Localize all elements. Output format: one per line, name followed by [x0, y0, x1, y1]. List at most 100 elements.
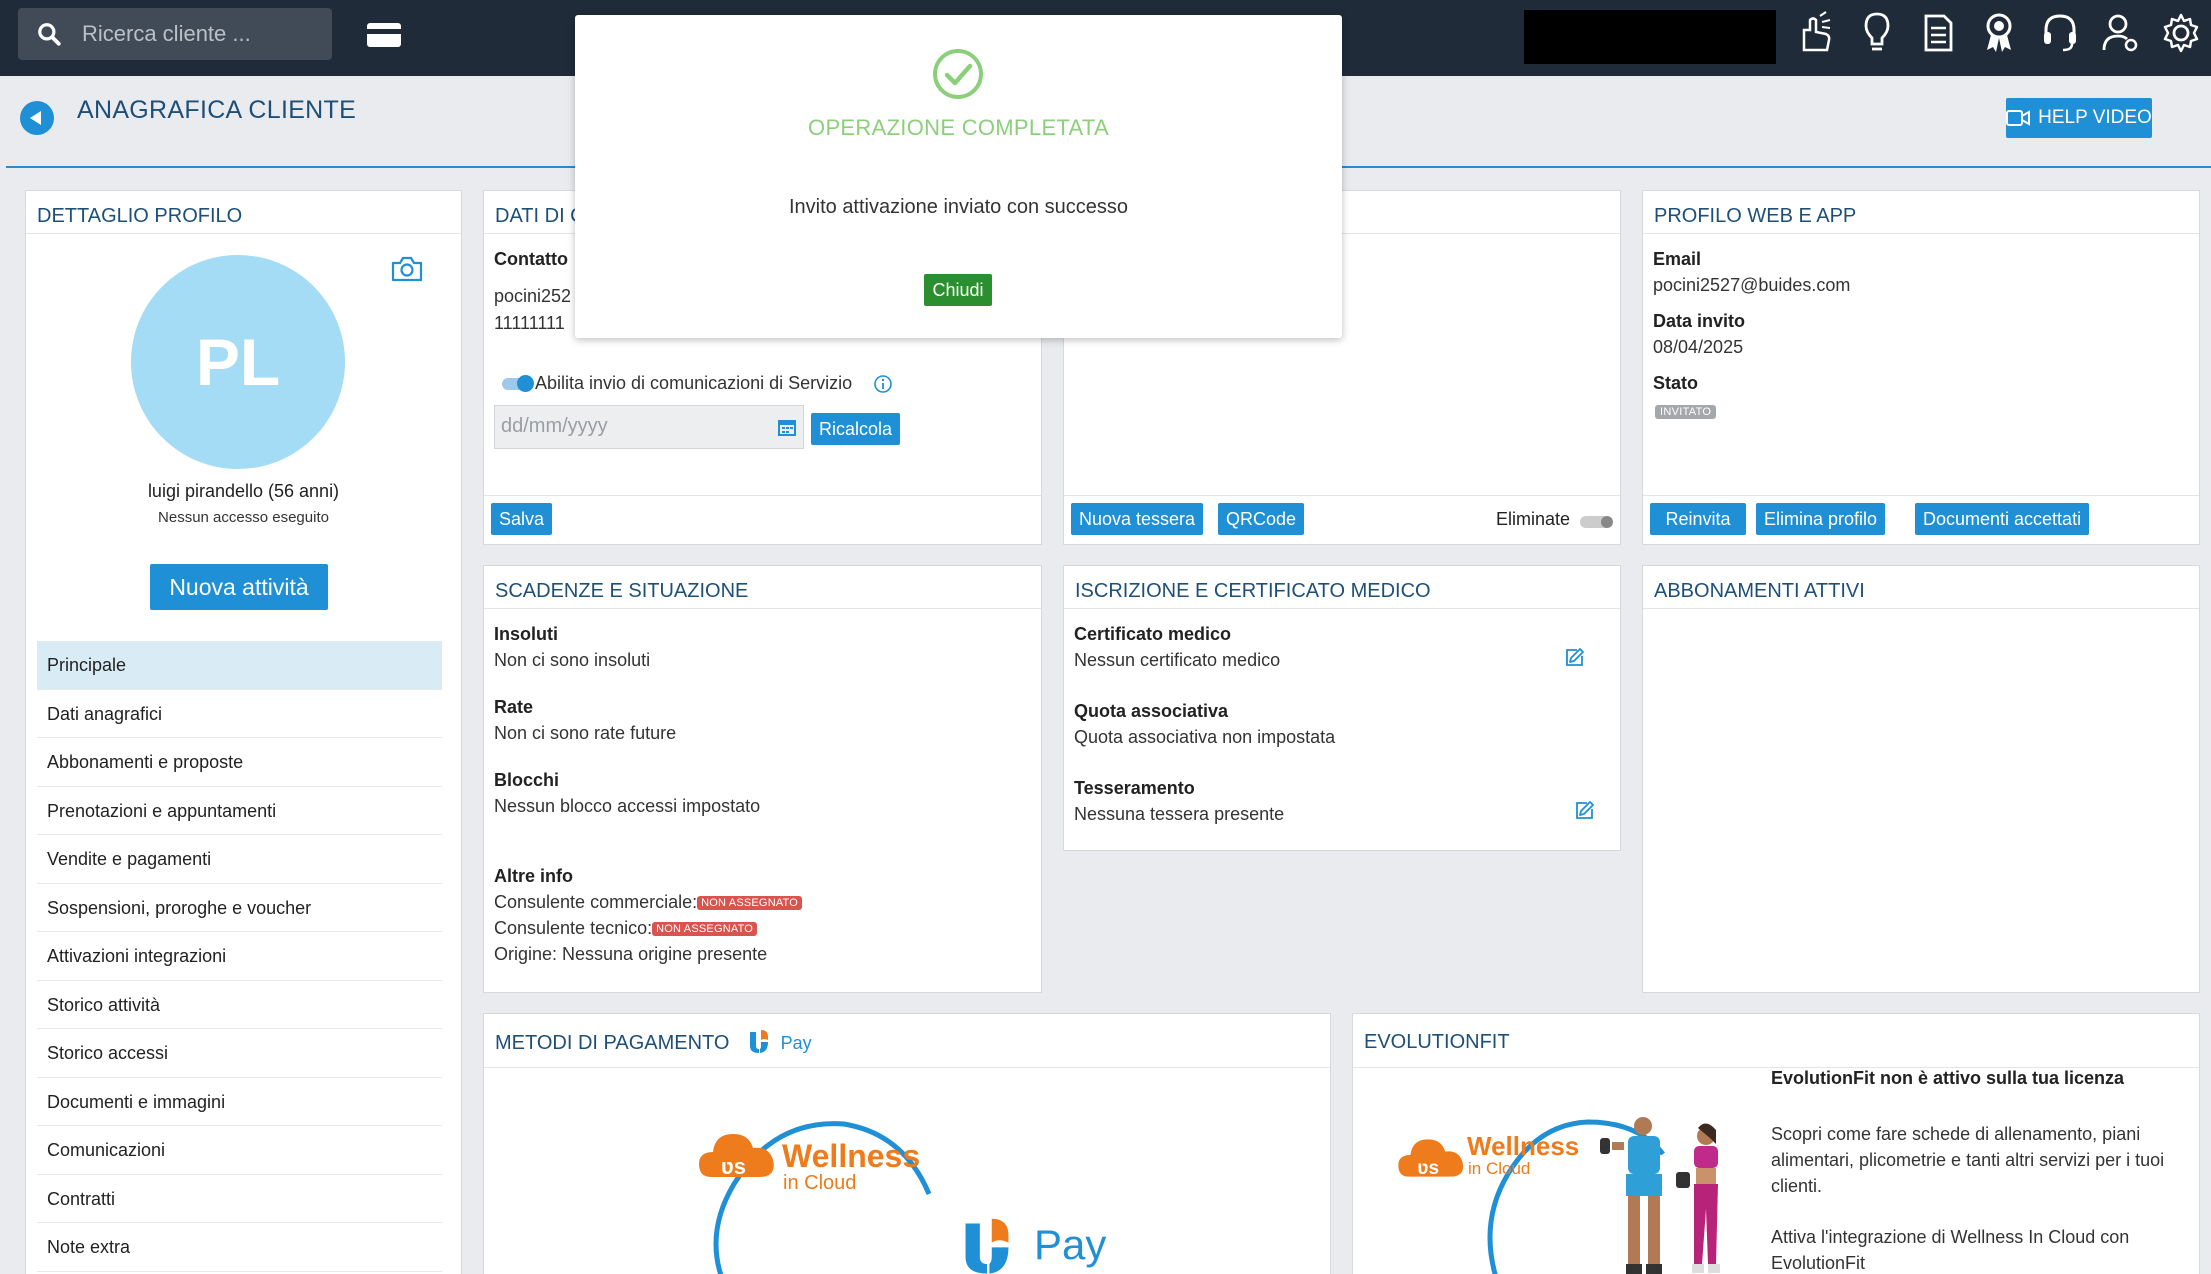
- qrcode-button[interactable]: QRCode: [1218, 503, 1305, 535]
- medical-cert-value: Nessun certificato medico: [1074, 650, 1281, 670]
- search-input[interactable]: [82, 17, 322, 51]
- camera-icon[interactable]: [390, 255, 424, 283]
- ws-pay-logo-icon: [750, 1030, 769, 1053]
- menu-item-contratti[interactable]: Contratti: [37, 1175, 442, 1223]
- profile-panel-title: DETTAGLIO PROFILO: [26, 191, 461, 234]
- card-icon[interactable]: [366, 20, 402, 50]
- email-label: Email: [1653, 249, 1702, 269]
- unpaid-label: Insoluti: [494, 624, 558, 644]
- hand-pointer-icon[interactable]: [1796, 10, 1838, 56]
- menu-item-sospensioni[interactable]: Sospensioni, proroghe e voucher: [37, 884, 442, 932]
- service-communications-toggle[interactable]: [502, 375, 534, 392]
- active-subscriptions-title: ABBONAMENTI ATTIVI: [1643, 566, 2199, 609]
- gear-icon[interactable]: [2160, 10, 2202, 56]
- wellness-brand-sub: in Cloud: [783, 1172, 857, 1194]
- evolution-brand-name: Wellness: [1467, 1131, 1580, 1161]
- user-settings-icon[interactable]: [2100, 10, 2142, 56]
- rates-value: Non ci sono rate future: [494, 723, 677, 743]
- big-pay-label: Pay: [1034, 1221, 1107, 1268]
- date-input[interactable]: dd/mm/yyyy: [494, 405, 804, 449]
- profile-panel: DETTAGLIO PROFILO PL luigi pirandello (5…: [25, 190, 462, 1274]
- cloud-logo-small-icon: ʋs: [1398, 1139, 1464, 1179]
- profile-menu: Principale Dati anagrafici Abbonamenti e…: [37, 641, 442, 1272]
- unpaid-value: Non ci sono insoluti: [494, 650, 651, 670]
- evolution-heading: EvolutionFit non è attivo sulla tua lice…: [1771, 1068, 2125, 1088]
- edit-cert-icon[interactable]: [1564, 646, 1586, 668]
- help-video-label: HELP VIDEO: [2038, 107, 2152, 128]
- document-icon[interactable]: [1917, 10, 1959, 56]
- fitness-athletes-illustration: [1600, 1117, 1720, 1274]
- close-button[interactable]: Chiudi: [924, 274, 992, 306]
- commercial-consultant-label: Consulente commerciale:: [494, 892, 698, 912]
- info-icon[interactable]: [873, 374, 893, 394]
- wellness-brand-name: Wellness: [782, 1138, 921, 1174]
- date-placeholder: dd/mm/yyyy: [501, 415, 608, 437]
- menu-item-documenti[interactable]: Documenti e immagini: [37, 1078, 442, 1126]
- other-info-label: Altre info: [494, 866, 573, 886]
- fee-label: Quota associativa: [1074, 701, 1229, 721]
- reinvite-button[interactable]: Reinvita: [1650, 503, 1746, 535]
- save-button[interactable]: Salva: [491, 503, 553, 535]
- technical-consultant-label: Consulente tecnico:: [494, 918, 653, 938]
- lightbulb-icon[interactable]: [1856, 10, 1898, 56]
- blocks-value: Nessun blocco accessi impostato: [494, 796, 761, 816]
- menu-item-integrazioni[interactable]: Attivazioni integrazioni: [37, 932, 442, 981]
- menu-item-principale[interactable]: Principale: [37, 641, 442, 690]
- contact-label: Contatto: [494, 249, 568, 269]
- modal-title: OPERAZIONE COMPLETATA: [808, 115, 1109, 140]
- svg-text:ʋs: ʋs: [721, 1154, 746, 1179]
- deleted-toggle-label: Eliminate: [1496, 509, 1571, 529]
- success-modal: OPERAZIONE COMPLETATA Invito attivazione…: [575, 15, 1342, 338]
- evolution-activate-text: Attiva l'integrazione di Wellness In Clo…: [1771, 1227, 2130, 1273]
- new-activity-button[interactable]: Nuova attività: [150, 564, 328, 610]
- menu-item-storico-accessi[interactable]: Storico accessi: [37, 1029, 442, 1078]
- menu-item-prenotazioni[interactable]: Prenotazioni e appuntamenti: [37, 787, 442, 835]
- menu-item-comunicazioni[interactable]: Comunicazioni: [37, 1126, 442, 1175]
- menu-item-abbonamenti[interactable]: Abbonamenti e proposte: [37, 738, 442, 787]
- award-icon[interactable]: [1978, 10, 2020, 56]
- delete-profile-button[interactable]: Elimina profilo: [1756, 503, 1886, 535]
- blocks-label: Blocchi: [494, 770, 560, 790]
- recalculate-button[interactable]: Ricalcola: [811, 413, 901, 445]
- headset-icon[interactable]: [2039, 10, 2081, 56]
- video-icon: [2006, 110, 2031, 126]
- evolution-description: Scopri come fare schede di allenamento, …: [1771, 1124, 2165, 1196]
- status-label: Stato: [1653, 373, 1698, 393]
- help-video-button[interactable]: HELP VIDEO: [2006, 98, 2152, 138]
- menu-item-vendite[interactable]: Vendite e pagamenti: [37, 835, 442, 884]
- menu-item-note-extra[interactable]: Note extra: [37, 1223, 442, 1272]
- svg-text:ʋs: ʋs: [1417, 1158, 1439, 1179]
- deleted-toggle[interactable]: [1580, 516, 1613, 528]
- page-title: ANAGRAFICA CLIENTE: [77, 96, 357, 124]
- accepted-documents-button[interactable]: Documenti accettati: [1915, 503, 2090, 535]
- menu-item-dati-anagrafici[interactable]: Dati anagrafici: [37, 690, 442, 738]
- evolutionfit-title: EVOLUTIONFIT: [1353, 1014, 2199, 1068]
- avatar: PL: [131, 255, 345, 469]
- back-button[interactable]: [20, 101, 54, 135]
- calendar-icon[interactable]: [777, 417, 797, 437]
- client-access-status: Nessun accesso eseguito: [158, 509, 329, 526]
- invite-date-value: 08/04/2025: [1653, 337, 1744, 357]
- payment-methods-panel: METODI DI PAGAMENTO Pay ʋs Wellness in C…: [483, 1013, 1331, 1274]
- payment-methods-title: METODI DI PAGAMENTO: [495, 1032, 730, 1054]
- membership-label: Tesseramento: [1074, 778, 1195, 798]
- contact-email: pocini252: [494, 286, 572, 306]
- medical-panel: ISCRIZIONE E CERTIFICATO MEDICO Certific…: [1063, 565, 1621, 851]
- contact-phone: 11111111: [494, 313, 565, 333]
- check-circle-icon: [933, 49, 983, 99]
- deadlines-panel-title: SCADENZE E SITUAZIONE: [484, 566, 1041, 609]
- email-value: pocini2527@buides.com: [1653, 275, 1851, 295]
- commercial-not-assigned-badge: NON ASSEGNATO: [697, 896, 803, 910]
- menu-item-storico-attivita[interactable]: Storico attività: [37, 981, 442, 1029]
- membership-value: Nessuna tessera presente: [1074, 804, 1285, 824]
- pay-label: Pay: [780, 1033, 812, 1053]
- evolution-brand-sub: in Cloud: [1468, 1159, 1531, 1178]
- deadlines-panel: SCADENZE E SITUAZIONE Insoluti Non ci so…: [483, 565, 1042, 993]
- active-subscriptions-panel: ABBONAMENTI ATTIVI: [1642, 565, 2200, 993]
- medical-panel-title: ISCRIZIONE E CERTIFICATO MEDICO: [1064, 566, 1620, 609]
- new-card-button[interactable]: Nuova tessera: [1071, 503, 1204, 535]
- client-search[interactable]: [18, 8, 332, 60]
- redacted-area: [1524, 10, 1776, 64]
- edit-membership-icon[interactable]: [1574, 799, 1596, 821]
- cloud-logo-icon: ʋs: [699, 1134, 774, 1179]
